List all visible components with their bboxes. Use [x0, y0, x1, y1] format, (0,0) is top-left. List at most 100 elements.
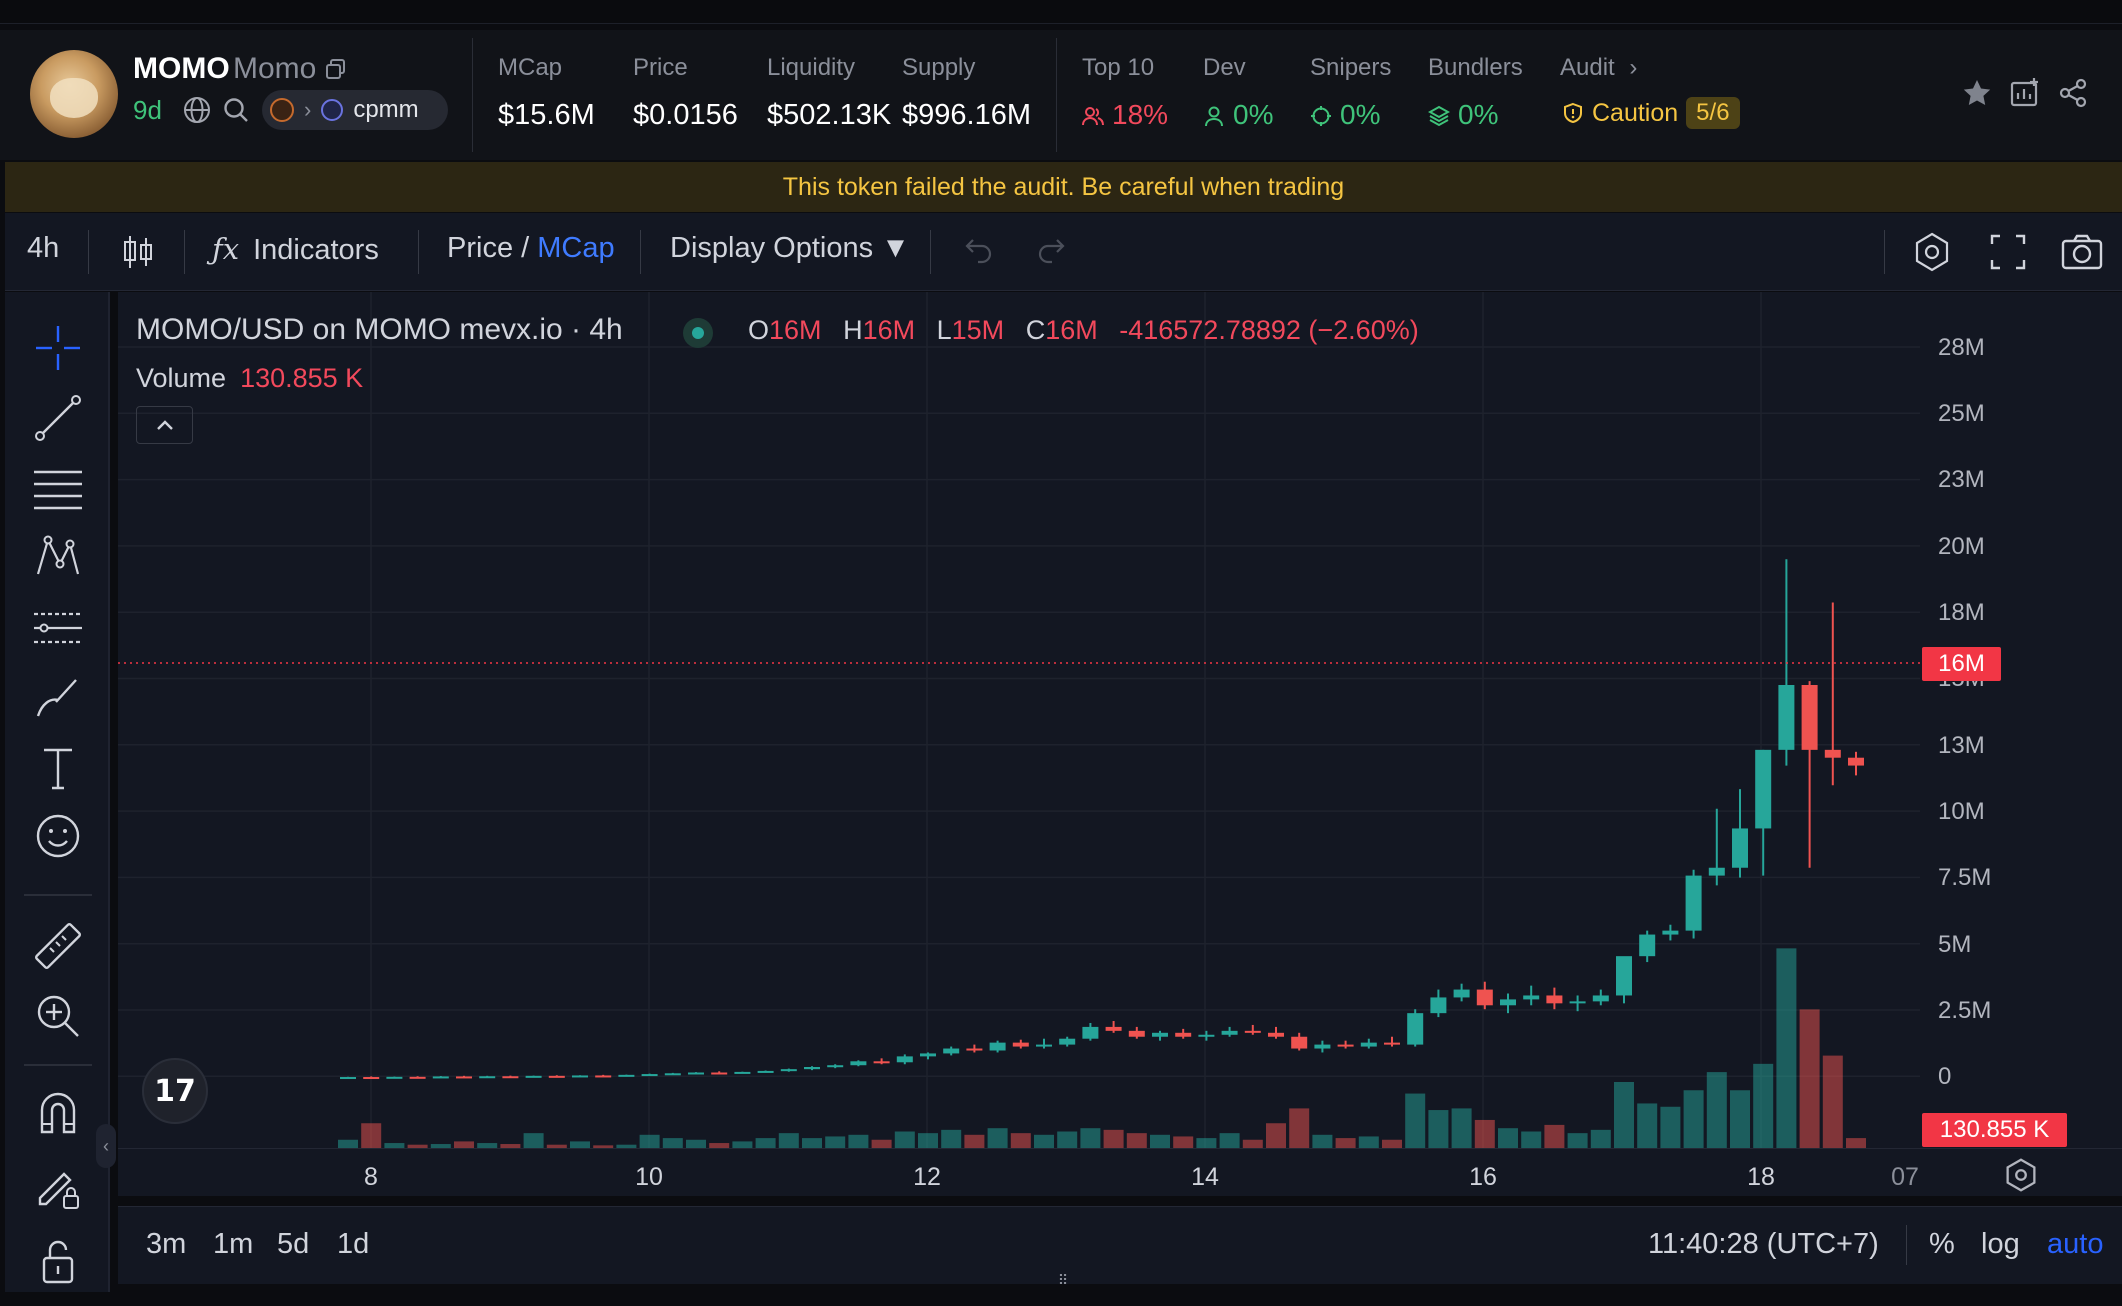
volume-bar: [848, 1134, 869, 1148]
ruler-tool-icon[interactable]: [30, 918, 86, 974]
settings-icon[interactable]: [1910, 230, 1954, 274]
candle-body: [1500, 999, 1516, 1006]
price-option[interactable]: Price: [447, 232, 513, 264]
stat-value-dev: 0%: [1203, 99, 1273, 131]
candle-body: [1198, 1034, 1215, 1037]
y-tick: 25M: [1938, 400, 1985, 427]
fib-tool-icon[interactable]: [30, 460, 86, 516]
current-price-label: 16M: [1922, 647, 2001, 681]
candle-body: [966, 1048, 983, 1051]
emoji-tool-icon[interactable]: [30, 808, 86, 864]
x-tick: 18: [1747, 1163, 1775, 1191]
candle-body: [804, 1066, 820, 1070]
lock-drawing-icon[interactable]: [30, 1158, 86, 1214]
range-1m-button[interactable]: 1m: [213, 1228, 253, 1261]
x-tick: 14: [1191, 1163, 1219, 1191]
volume-bar: [802, 1138, 822, 1148]
volume-bar: [1730, 1090, 1750, 1148]
candle-body: [734, 1071, 751, 1074]
y-tick: 10M: [1938, 798, 1985, 825]
volume-bar: [941, 1129, 962, 1148]
unlock-icon[interactable]: [30, 1236, 86, 1286]
volume-bar: [1660, 1106, 1681, 1148]
raydium-icon: [321, 99, 344, 121]
candle-body: [1592, 995, 1609, 1002]
fullscreen-icon[interactable]: [1986, 230, 2030, 274]
pattern-tool-icon[interactable]: [30, 530, 86, 586]
star-icon[interactable]: [1960, 76, 1994, 110]
candlestick-chart[interactable]: [118, 292, 2122, 1196]
volume-bar: [639, 1134, 660, 1148]
share-icon[interactable]: [2056, 76, 2090, 110]
candle-body: [896, 1056, 913, 1063]
search-icon[interactable]: [222, 96, 250, 124]
candle-body: [502, 1076, 519, 1079]
collapse-toolbar-button[interactable]: ‹: [96, 1124, 116, 1168]
chart-area[interactable]: [118, 292, 2122, 1196]
volume-bar: [1289, 1108, 1310, 1148]
range-3m-button[interactable]: 3m: [146, 1228, 186, 1261]
add-chart-icon[interactable]: [2008, 76, 2042, 110]
zoom-in-icon[interactable]: [30, 988, 86, 1044]
candles-icon[interactable]: [116, 230, 160, 274]
indicators-button[interactable]: ƒx Indicators: [212, 232, 379, 267]
candle-body: [340, 1077, 356, 1080]
magnet-icon[interactable]: [30, 1086, 86, 1142]
candle-body: [1801, 685, 1818, 750]
toolbar-divider: [1884, 230, 1885, 274]
tradingview-logo[interactable]: 17: [142, 1058, 208, 1124]
candle-body: [1732, 828, 1748, 868]
auto-scale-button[interactable]: auto: [2047, 1228, 2103, 1261]
range-5d-button[interactable]: 5d: [277, 1228, 309, 1261]
globe-icon[interactable]: [182, 95, 212, 125]
camera-icon[interactable]: [2060, 230, 2104, 274]
interval-button[interactable]: 4h: [27, 232, 59, 265]
volume-bar: [361, 1123, 382, 1148]
volume-bar: [1521, 1131, 1542, 1148]
brush-tool-icon[interactable]: [30, 670, 86, 726]
candle-body: [1059, 1038, 1076, 1045]
trend-line-tool-icon[interactable]: [30, 390, 86, 446]
candle-body: [780, 1069, 797, 1072]
audit-status[interactable]: Caution 5/6: [1562, 97, 1740, 129]
fx-icon: ƒx: [212, 232, 240, 266]
text-tool-icon[interactable]: [30, 740, 86, 796]
candle-body: [1152, 1032, 1168, 1037]
candle-body: [989, 1042, 1006, 1051]
price-mcap-toggle[interactable]: Price / MCap: [447, 232, 615, 265]
range-1d-button[interactable]: 1d: [337, 1228, 369, 1261]
y-tick: 7.5M: [1938, 864, 1992, 891]
pool-pill[interactable]: › cpmm: [262, 90, 448, 130]
stat-label-mcap: MCap: [498, 54, 563, 81]
volume-bar: [1196, 1138, 1217, 1148]
clock-timezone[interactable]: 11:40:28 (UTC+7): [1648, 1228, 1879, 1261]
stat-label-snipers: Snipers: [1310, 54, 1392, 81]
log-scale-button[interactable]: log: [1981, 1228, 2020, 1261]
volume-bar: [732, 1141, 753, 1148]
stat-value-top10: 18%: [1082, 99, 1168, 131]
volume-bar: [1080, 1128, 1101, 1148]
percent-scale-button[interactable]: %: [1929, 1228, 1955, 1261]
volume-bar: [1266, 1123, 1286, 1148]
y-tick: 0: [1938, 1063, 1952, 1090]
high-value: 16M: [862, 315, 916, 345]
indicators-label: Indicators: [253, 234, 379, 266]
x-tick: 07: [1891, 1163, 1919, 1191]
undo-icon[interactable]: [956, 230, 1000, 274]
bundlers-value: 0%: [1458, 99, 1499, 130]
axis-settings-icon[interactable]: [2000, 1154, 2042, 1196]
collapse-legend-button[interactable]: [136, 406, 193, 444]
display-options-button[interactable]: Display Options ▼: [670, 232, 910, 265]
redo-icon[interactable]: [1030, 230, 1074, 274]
chart-title: MOMO/USD on MOMO mevx.io · 4h: [136, 313, 623, 346]
mcap-option[interactable]: MCap: [537, 232, 614, 264]
volume-bar: [918, 1133, 938, 1148]
resize-handle[interactable]: ⠿: [1050, 1272, 1076, 1288]
crosshair-tool-icon[interactable]: [30, 320, 86, 376]
toolbar-divider: [418, 230, 419, 274]
copy-icon[interactable]: [325, 58, 347, 80]
stat-label-liquidity: Liquidity: [767, 54, 856, 81]
projection-tool-icon[interactable]: [30, 600, 86, 656]
stat-label-top10: Top 10: [1082, 54, 1155, 81]
audit-link[interactable]: Audit ›: [1560, 54, 1637, 82]
